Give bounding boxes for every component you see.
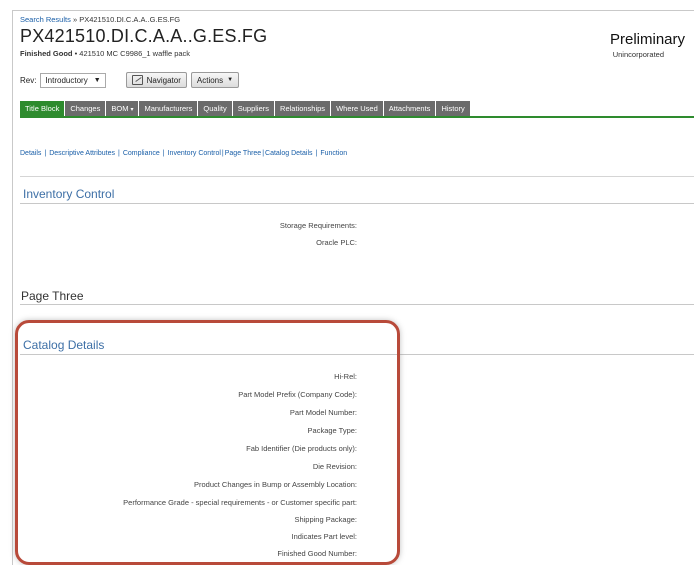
tab-label: Relationships — [280, 104, 326, 113]
tab-bom[interactable]: BOM ▾ — [106, 101, 140, 116]
actions-button-label: Actions — [196, 75, 224, 85]
tab-suppliers[interactable]: Suppliers — [232, 101, 276, 116]
tab-where-used[interactable]: Where Used — [331, 101, 384, 116]
link-separator: | — [262, 150, 265, 157]
link-separator: | — [162, 150, 165, 157]
field-label-storage-requirements: Storage Requirements: — [279, 221, 357, 230]
navigator-button-label: Navigator — [146, 75, 181, 85]
section-links: Details | Descriptive Attributes | Complianc… — [20, 150, 347, 157]
link-catalog-details[interactable]: Catalog Details — [265, 150, 312, 157]
breadcrumb-current: PX421510.DI.C.A.A..G.ES.FG — [79, 15, 181, 24]
link-separator: | — [221, 150, 224, 157]
page-title: PX421510.DI.C.A.A..G.ES.FG — [20, 26, 268, 46]
link-compliance[interactable]: Compliance — [123, 150, 160, 157]
tab-manufacturers[interactable]: Manufacturers — [139, 101, 199, 116]
link-separator: | — [117, 150, 120, 157]
link-descriptive-attributes[interactable]: Descriptive Attributes — [49, 150, 115, 157]
tab-bar: Title Block Changes BOM ▾ Manufacturers Q… — [20, 101, 471, 116]
section-title-inventory-control: Inventory Control — [23, 187, 115, 201]
revision-select[interactable]: Introductory ▼ — [40, 72, 106, 88]
tab-label: BOM — [111, 104, 129, 113]
tab-label: Quality — [203, 104, 227, 113]
chevron-down-icon: ▼ — [93, 76, 101, 84]
link-separator: | — [44, 150, 47, 157]
tab-label: Attachments — [388, 104, 431, 113]
section-rule — [20, 304, 694, 305]
link-separator: | — [315, 150, 318, 157]
item-description: • 421510 MC C9986_1 waffle pack — [72, 49, 191, 58]
tab-relationships[interactable]: Relationships — [275, 101, 332, 116]
link-page-three[interactable]: Page Three — [225, 150, 261, 157]
navigator-icon — [131, 75, 143, 85]
tab-title-block[interactable]: Title Block — [20, 101, 66, 116]
navigator-button[interactable]: Navigator — [125, 72, 187, 88]
tab-label: Where Used — [336, 104, 378, 113]
actions-button[interactable]: Actions ▼ — [190, 72, 240, 88]
link-inventory-control[interactable]: Inventory Control — [168, 150, 221, 157]
page-subtitle: Finished Good • 421510 MC C9986_1 waffle… — [20, 49, 190, 58]
tab-changes[interactable]: Changes — [65, 101, 107, 116]
tab-attachments[interactable]: Attachments — [383, 101, 437, 116]
rev-label: Rev: — [20, 75, 37, 85]
link-details[interactable]: Details — [20, 150, 41, 157]
revision-select-value: Introductory — [45, 75, 88, 85]
section-title-page-three: Page Three — [21, 289, 84, 303]
tab-label: Suppliers — [237, 104, 270, 113]
lifecycle-status: Preliminary — [609, 31, 685, 48]
revision-toolbar: Rev: Introductory ▼ Navigator Actions ▼ — [20, 72, 240, 88]
section-rule — [20, 203, 694, 204]
breadcrumb-separator: » — [70, 15, 80, 24]
tab-label: Manufacturers — [144, 104, 193, 113]
chevron-down-icon: ▾ — [130, 107, 134, 113]
divider — [20, 176, 694, 177]
tab-label: Changes — [70, 104, 101, 113]
tab-label: History — [441, 104, 465, 113]
breadcrumb-search-results-link[interactable]: Search Results — [20, 15, 71, 24]
item-type: Finished Good — [20, 49, 73, 58]
highlight-annotation — [15, 320, 400, 565]
chevron-down-icon: ▼ — [227, 77, 234, 83]
link-function[interactable]: Function — [320, 150, 347, 157]
breadcrumb: Search Results » PX421510.DI.C.A.A..G.ES… — [20, 15, 180, 24]
tab-underline — [20, 116, 694, 118]
tab-quality[interactable]: Quality — [198, 101, 233, 116]
tab-label: Title Block — [25, 104, 60, 113]
tab-history[interactable]: History — [436, 101, 471, 116]
lifecycle-substatus: Unincorporated — [612, 50, 664, 59]
field-label-oracle-plc: Oracle PLC: — [316, 238, 357, 247]
